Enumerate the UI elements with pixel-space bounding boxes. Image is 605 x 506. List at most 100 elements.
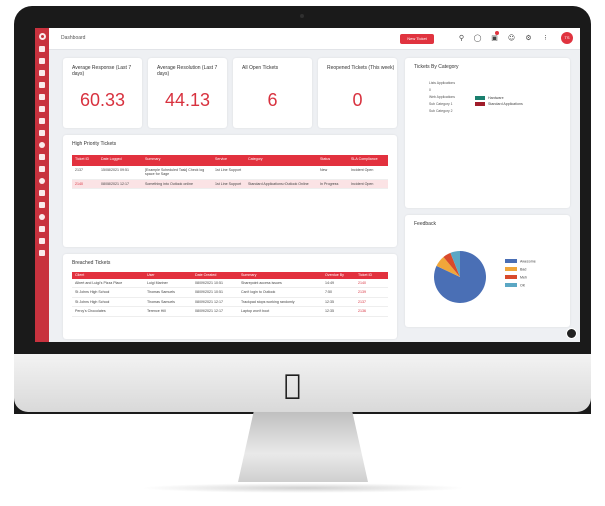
cell-ticket-id[interactable]: 2140 bbox=[72, 179, 98, 190]
sidebar-item-monitoring[interactable] bbox=[39, 178, 45, 184]
users-icon[interactable]: ☺ bbox=[507, 34, 516, 43]
cell-ticket-id[interactable]: 2137 bbox=[72, 166, 98, 180]
table-row[interactable]: St Johns High School Thomas Samuels 08/0… bbox=[72, 297, 388, 308]
column-header[interactable]: Ticket ID bbox=[72, 155, 98, 166]
column-header[interactable]: Service bbox=[212, 155, 245, 166]
column-header[interactable]: Overdue By bbox=[322, 272, 355, 279]
cell-date: 08/08/2021 12:17 bbox=[98, 179, 142, 190]
column-header[interactable]: Summary bbox=[238, 272, 322, 279]
sidebar-item-calendar[interactable] bbox=[39, 106, 45, 112]
kpi-card-resolution: Average Resolution (Last 7 days) 44.13 bbox=[148, 58, 227, 128]
sidebar-item-users[interactable] bbox=[39, 58, 45, 64]
cell-service: 1st Line Support bbox=[212, 166, 245, 180]
high-priority-panel: High Priority Tickets Ticket ID Date Log… bbox=[63, 135, 397, 247]
sidebar-item-projects[interactable] bbox=[39, 166, 45, 172]
panel-title: Tickets By Category bbox=[414, 64, 459, 70]
panel-title: Breached Tickets bbox=[72, 260, 111, 266]
cell-ticket-id[interactable]: 2140 bbox=[355, 279, 388, 289]
bell-icon[interactable]: ◯ bbox=[473, 34, 482, 43]
sidebar-item-feedback[interactable] bbox=[39, 130, 45, 136]
avatar[interactable]: TS bbox=[561, 32, 573, 44]
cell-status: In Progress bbox=[317, 179, 348, 190]
cell-date: 08/09/2021 10:51 bbox=[192, 287, 238, 298]
legend-label: Hardware bbox=[488, 96, 504, 100]
pin-icon[interactable]: ⁝ bbox=[541, 34, 550, 43]
table-row[interactable]: Percy's Chocolates Terence Hill 08/09/20… bbox=[72, 306, 388, 317]
table-row[interactable]: 2140 08/08/2021 12:17 Something into Out… bbox=[72, 179, 388, 190]
kpi-value: 0 bbox=[352, 90, 363, 110]
table-row[interactable]: Albert and Luigi's Pizza Place Luigi Mar… bbox=[72, 279, 388, 289]
column-header[interactable]: Date Created bbox=[192, 272, 238, 279]
column-header[interactable]: Ticket ID bbox=[355, 272, 388, 279]
new-ticket-button[interactable]: New Ticket bbox=[400, 34, 434, 44]
sidebar-item-assets[interactable] bbox=[39, 142, 45, 148]
legend-label: Standard Applications bbox=[488, 102, 523, 106]
chat-bubble-icon[interactable] bbox=[566, 328, 577, 339]
table-row[interactable]: 2137 15/08/2021 09:51 [Example Scheduled… bbox=[72, 166, 388, 180]
sidebar-item-docs[interactable] bbox=[39, 118, 45, 124]
settings-icon[interactable]: ⚙ bbox=[524, 34, 533, 43]
legend-swatch bbox=[505, 283, 517, 287]
app-logo-icon[interactable] bbox=[38, 33, 46, 40]
cell-date: 08/09/2021 12:17 bbox=[192, 297, 238, 308]
cell-ticket-id[interactable]: 2136 bbox=[355, 306, 388, 317]
category-panel: Tickets By Category Lists Applications 0… bbox=[405, 58, 570, 208]
legend-swatch bbox=[505, 275, 517, 279]
cell-sla: Incident Open bbox=[348, 179, 388, 190]
cell-ticket-id[interactable]: 2139 bbox=[355, 287, 388, 298]
sidebar-item-sync[interactable] bbox=[39, 190, 45, 196]
kpi-value: 6 bbox=[267, 90, 278, 110]
column-header[interactable]: Date Logged bbox=[98, 155, 142, 166]
cell-client: St Johns High School bbox=[72, 297, 144, 308]
app-screen: Dashboard New Ticket ⚲ ◯ ▣ ☺ ⚙ ⁝ TS Aver… bbox=[35, 28, 580, 342]
category-label: 0 bbox=[429, 88, 431, 92]
sidebar-item-reports[interactable] bbox=[39, 70, 45, 76]
column-header[interactable]: User bbox=[144, 272, 192, 279]
legend-label: Awesome bbox=[520, 260, 536, 264]
imac-stage:  Dashboard New Tic bbox=[0, 0, 605, 506]
column-header[interactable]: Status bbox=[317, 155, 348, 166]
legend-swatch bbox=[505, 259, 517, 263]
camera-dot bbox=[300, 14, 304, 18]
kpi-value: 60.33 bbox=[79, 90, 126, 110]
kpi-title: Reopened Tickets (This week) bbox=[327, 65, 395, 71]
monitor-chin bbox=[14, 354, 591, 412]
high-priority-table: Ticket ID Date Logged Summary Service Ca… bbox=[72, 155, 388, 190]
sidebar-item-billing[interactable] bbox=[39, 154, 45, 160]
cell-summary: Can't login to Outlook bbox=[238, 287, 322, 298]
sidebar-item-home[interactable] bbox=[39, 46, 45, 52]
stand-shadow bbox=[140, 483, 466, 493]
search-icon[interactable]: ⚲ bbox=[457, 34, 466, 43]
sidebar-item-files[interactable] bbox=[39, 238, 45, 244]
kpi-card-open-tickets: All Open Tickets 6 bbox=[233, 58, 312, 128]
legend-label: Meh bbox=[520, 276, 527, 280]
legend-swatch bbox=[505, 267, 517, 271]
sidebar bbox=[35, 28, 49, 342]
column-header[interactable]: SLA Compliance bbox=[348, 155, 388, 166]
cell-user: Luigi Mariner bbox=[144, 279, 192, 289]
sidebar-item-alerts[interactable] bbox=[39, 202, 45, 208]
top-bar: Dashboard New Ticket ⚲ ◯ ▣ ☺ ⚙ ⁝ TS bbox=[49, 28, 580, 50]
feedback-pie-chart: Awesome Bad Meh OK bbox=[434, 251, 536, 303]
cell-client: St Johns High School bbox=[72, 287, 144, 298]
cell-user: Terence Hill bbox=[144, 306, 192, 317]
sidebar-item-search[interactable] bbox=[39, 226, 45, 232]
sidebar-item-screen[interactable] bbox=[39, 250, 45, 256]
column-header[interactable]: Category bbox=[245, 155, 317, 166]
cell-date: 15/08/2021 09:51 bbox=[98, 166, 142, 180]
monitor-stand bbox=[238, 412, 368, 482]
sidebar-item-settings[interactable] bbox=[39, 214, 45, 220]
cell-summary: [Example Scheduled Task] Check log space… bbox=[142, 166, 212, 180]
sidebar-item-tickets[interactable] bbox=[39, 82, 45, 88]
sidebar-item-contacts[interactable] bbox=[39, 94, 45, 100]
category-label: Sub Category 1 bbox=[429, 102, 453, 106]
column-header[interactable]: Summary bbox=[142, 155, 212, 166]
breached-table: Client User Date Created Summary Overdue… bbox=[72, 272, 388, 317]
cell-ticket-id[interactable]: 2137 bbox=[355, 297, 388, 308]
category-label: Web Applications bbox=[429, 95, 455, 99]
column-header[interactable]: Client bbox=[72, 272, 144, 279]
cell-service: 1st Line Support bbox=[212, 179, 245, 190]
message-icon[interactable]: ▣ bbox=[490, 34, 499, 43]
table-row[interactable]: St Johns High School Thomas Samuels 08/0… bbox=[72, 287, 388, 298]
cell-status: New bbox=[317, 166, 348, 180]
